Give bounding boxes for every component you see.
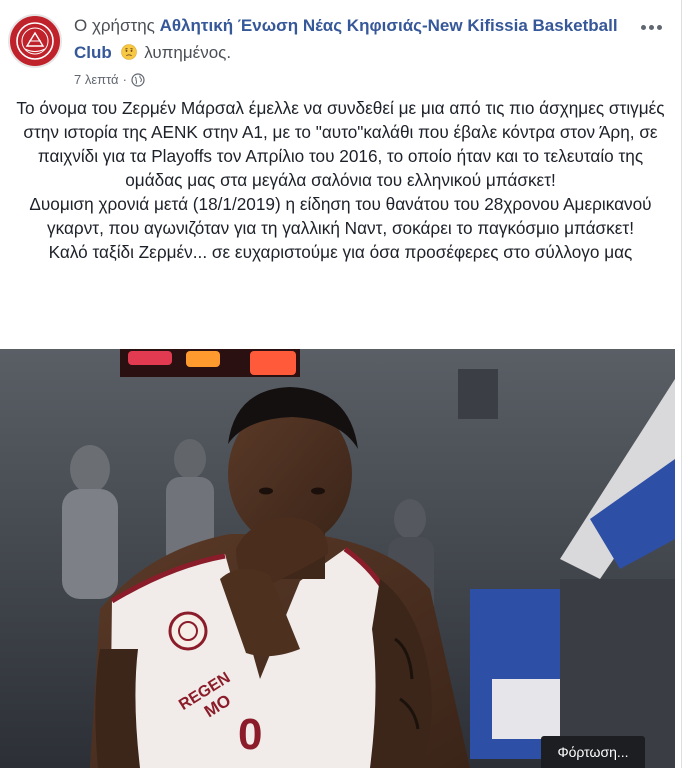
post-paragraph: Το όνομα του Ζερμέν Μάρσαλ έμελλε να συν…	[16, 98, 665, 190]
basketball-player-photo: REGEN MO 0	[0, 349, 675, 768]
author-prefix: Ο χρήστης	[74, 16, 155, 35]
globe-icon[interactable]	[131, 72, 145, 87]
post-paragraph: Δυομιση χρονιά μετά (18/1/2019) η είδηση…	[29, 194, 652, 238]
post-paragraph: Καλό ταξίδι Ζερμέν... σε ευχαριστούμε γι…	[48, 242, 633, 262]
sad-face-emoji-icon	[120, 41, 137, 60]
meta-separator: ·	[122, 72, 127, 87]
feeling-label: λυπημένος.	[144, 43, 232, 62]
post-timestamp[interactable]: 7 λεπτά	[74, 72, 119, 87]
page-avatar[interactable]	[8, 14, 62, 68]
loading-indicator: Φόρτωση...	[541, 736, 645, 768]
post-photo[interactable]: REGEN MO 0 Φόρτωση...	[0, 349, 675, 768]
jersey-number: 0	[238, 710, 262, 759]
author-line: Ο χρήστης Αθλητική Ένωση Νέας Κηφισιάς-N…	[74, 12, 634, 66]
post-header: Ο χρήστης Αθλητική Ένωση Νέας Κηφισιάς-N…	[0, 0, 682, 96]
club-logo-icon	[11, 17, 59, 65]
more-options-icon[interactable]	[638, 20, 664, 34]
post-meta: 7 λεπτά ·	[74, 72, 145, 87]
post-text: Το όνομα του Ζερμέν Μάρσαλ έμελλε να συν…	[8, 96, 673, 264]
facebook-post: Ο χρήστης Αθλητική Ένωση Νέας Κηφισιάς-N…	[0, 0, 682, 768]
